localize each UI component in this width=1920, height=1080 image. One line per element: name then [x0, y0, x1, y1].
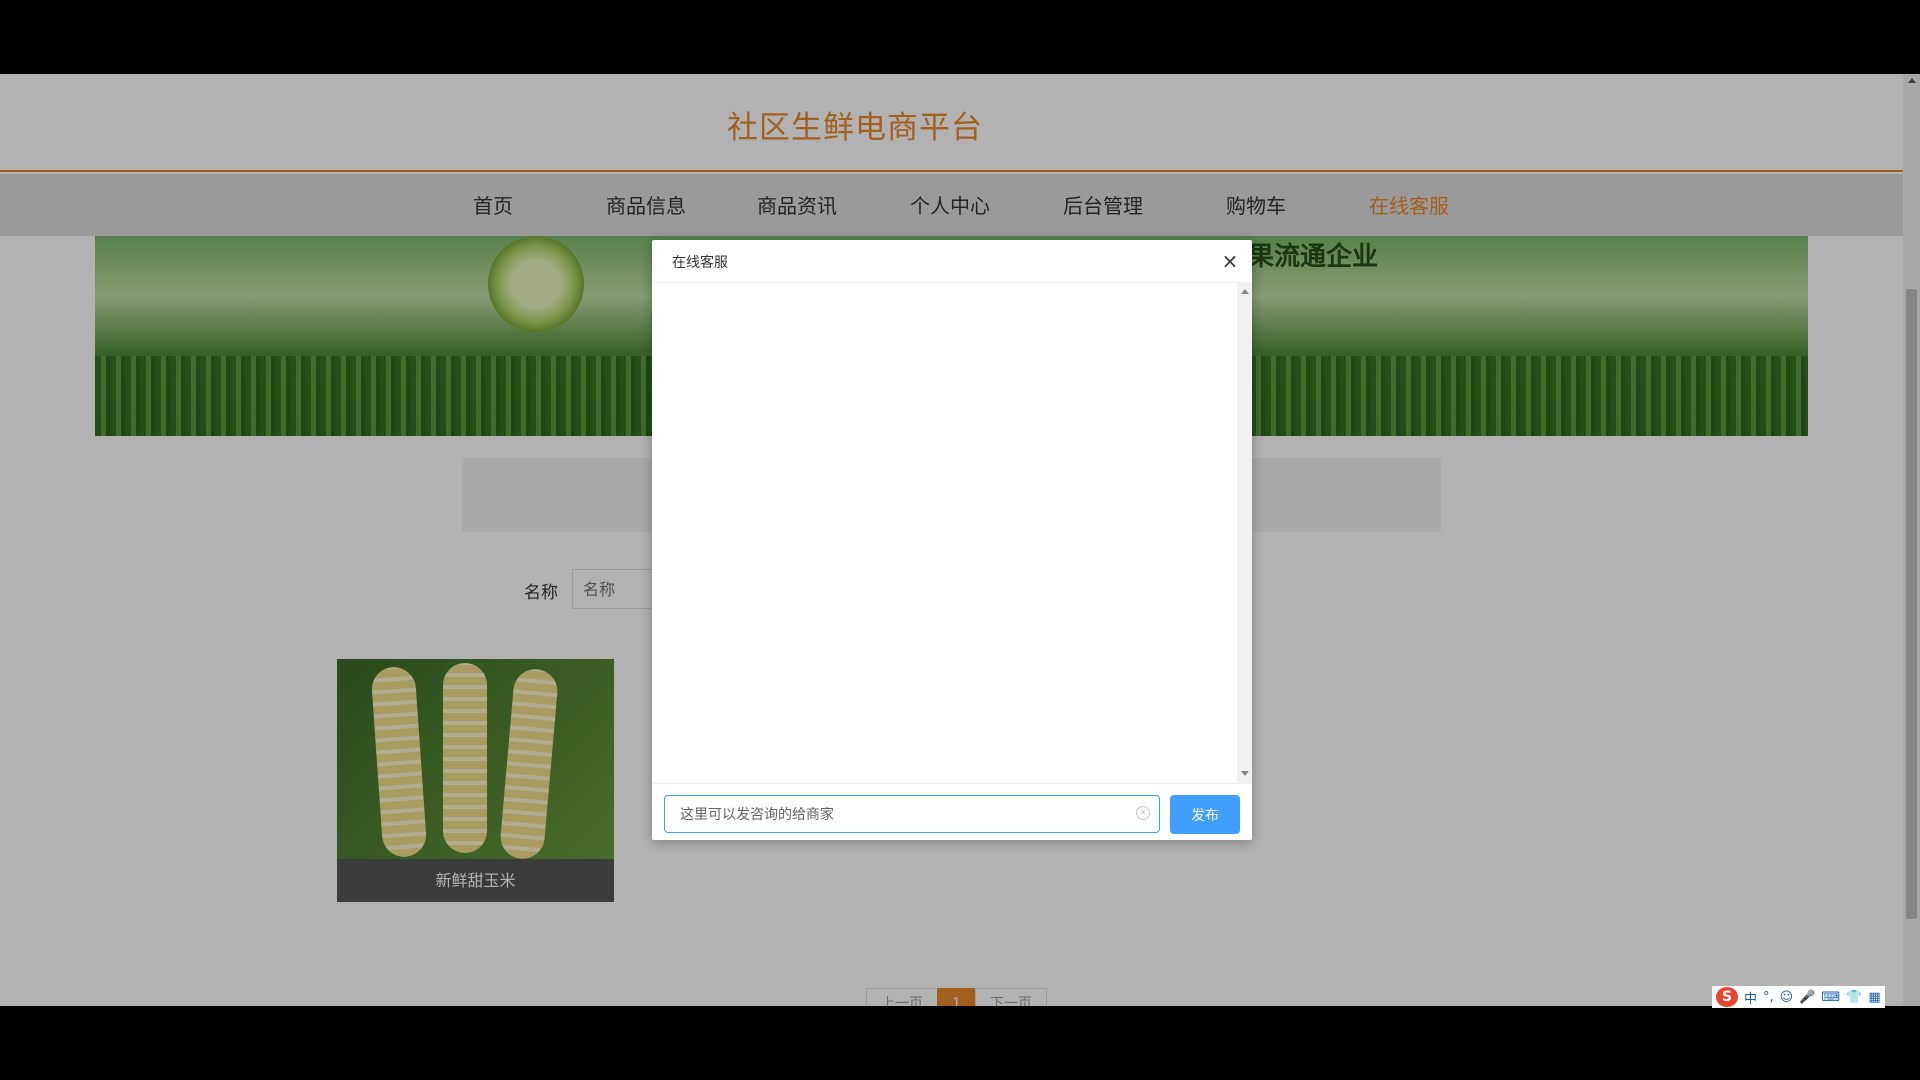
dialog-title: 在线客服 — [672, 255, 728, 271]
ime-voice-icon[interactable]: 🎤 — [1799, 990, 1815, 1005]
ime-keyboard-icon[interactable]: ⌨ — [1821, 990, 1840, 1005]
close-icon[interactable]: × — [1219, 250, 1241, 272]
ime-toolbar: S 中 °, ☺ 🎤 ⌨ 👕 ▦ — [1712, 986, 1885, 1008]
letterbox-bottom — [0, 1006, 1920, 1080]
ime-skin-icon[interactable]: 👕 — [1846, 990, 1862, 1005]
send-button[interactable]: 发布 — [1170, 795, 1240, 834]
chat-scroll-down-icon[interactable] — [1241, 771, 1249, 776]
ime-menu-icon[interactable]: ▦ — [1868, 990, 1880, 1005]
message-input-row: × 发布 — [652, 783, 1252, 840]
dialog-header: 在线客服 × — [652, 240, 1252, 283]
support-dialog: 在线客服 × × 发布 — [652, 240, 1252, 840]
ime-chinese-mode[interactable]: 中 — [1744, 988, 1757, 1007]
browser-viewport: 社区生鲜电商平台 首页 商品信息 商品资讯 个人中心 后台管理 购物车 在线客服… — [0, 74, 1920, 1006]
chat-scrollbar[interactable] — [1237, 283, 1252, 783]
letterbox-top — [0, 0, 1920, 74]
ime-punctuation-icon[interactable]: °, — [1763, 990, 1774, 1005]
clear-icon[interactable]: × — [1136, 806, 1150, 820]
sogou-logo-icon[interactable]: S — [1716, 987, 1738, 1007]
ime-emoji-icon[interactable]: ☺ — [1780, 990, 1794, 1005]
message-input[interactable] — [664, 795, 1160, 833]
chat-messages — [652, 283, 1237, 783]
chat-scroll-up-icon[interactable] — [1241, 289, 1249, 294]
